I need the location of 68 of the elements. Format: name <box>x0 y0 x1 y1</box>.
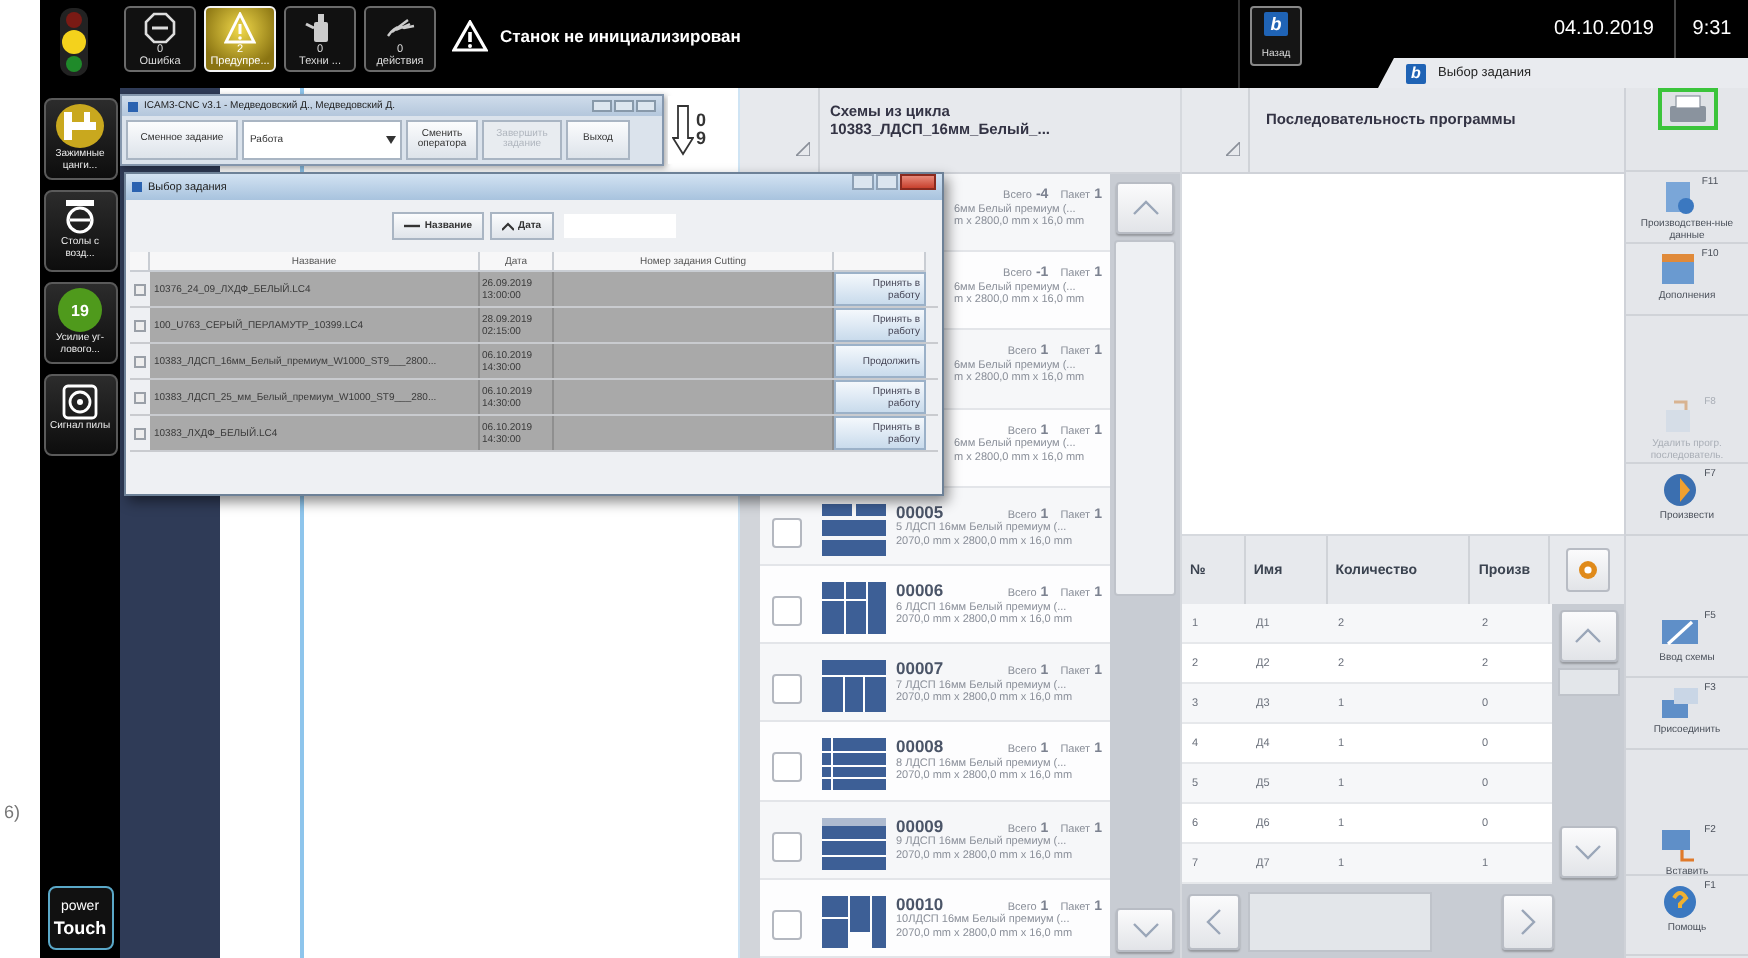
maximize-button[interactable] <box>614 100 634 112</box>
printer-icon <box>1665 94 1709 124</box>
close-button[interactable] <box>900 174 936 190</box>
cutting-layout-icon <box>820 658 888 715</box>
checkbox[interactable] <box>772 517 802 548</box>
chevron-right-icon <box>1518 905 1538 937</box>
chevron-up-icon <box>1129 198 1161 218</box>
saw-blade-icon <box>58 380 102 420</box>
maximize-button[interactable] <box>876 174 898 190</box>
warning-icon <box>224 12 256 44</box>
scheme-number: 00005 <box>896 501 944 522</box>
counter-value: 9 <box>696 130 707 148</box>
function-icon <box>1658 684 1703 722</box>
cutting-layout-icon <box>820 580 888 637</box>
traffic-light-icon <box>56 8 92 76</box>
checkbox[interactable] <box>134 355 146 367</box>
scroll-down-button[interactable] <box>1116 908 1174 952</box>
minimize-button[interactable] <box>852 174 874 190</box>
chevron-up-icon <box>1572 626 1604 646</box>
checkbox[interactable] <box>134 391 146 403</box>
counter-value: 0 <box>696 112 707 130</box>
scheme-number: 00006 <box>896 580 944 601</box>
app-icon <box>128 101 138 111</box>
dash-icon <box>404 222 421 230</box>
scroll-right-button[interactable] <box>1502 893 1554 949</box>
down-arrow-icon <box>672 104 694 156</box>
chevron-down-icon <box>1129 920 1161 940</box>
checkbox[interactable] <box>772 909 802 940</box>
stop-sign-icon <box>144 12 176 44</box>
cutting-layout-icon <box>820 815 888 872</box>
settings-icon <box>1575 558 1600 582</box>
app-icon <box>132 182 142 192</box>
chevron-down-icon <box>1572 842 1604 862</box>
minimize-button[interactable] <box>592 100 612 112</box>
settings-button[interactable] <box>1565 548 1610 592</box>
checkbox[interactable] <box>134 283 146 295</box>
checkbox[interactable] <box>772 752 802 783</box>
date-label: 04.10.2019 <box>1553 18 1656 40</box>
cutting-layout-icon <box>820 893 888 950</box>
chevron-left-icon <box>1204 905 1224 937</box>
scroll-up-button[interactable] <box>1559 610 1617 662</box>
checkbox[interactable] <box>772 674 802 705</box>
resize-corner-icon <box>1226 142 1240 156</box>
scheme-number: 00007 <box>896 658 944 679</box>
checkbox[interactable] <box>772 831 802 862</box>
caret-up-icon <box>502 221 515 231</box>
header-cell <box>834 252 926 272</box>
warning-icon <box>452 20 488 52</box>
scheme-number: 00009 <box>896 815 944 836</box>
scheme-number: 00008 <box>896 736 944 757</box>
caret-icon <box>386 136 396 144</box>
resize-corner-icon <box>796 142 810 156</box>
close-button[interactable] <box>636 100 656 112</box>
cutting-layout-icon <box>820 736 888 793</box>
cutting-layout-icon <box>820 501 888 558</box>
print-button[interactable] <box>1657 88 1717 130</box>
status-message: Станок не инициализирован <box>500 26 741 46</box>
checkbox[interactable] <box>772 596 802 627</box>
header-cell <box>130 252 150 272</box>
scroll-up-button[interactable] <box>1116 182 1174 234</box>
scroll-left-button[interactable] <box>1188 893 1240 949</box>
checkbox[interactable] <box>134 427 146 439</box>
scheme-number: 00010 <box>896 893 944 914</box>
scroll-thumb <box>1557 668 1619 696</box>
scroll-down-button[interactable] <box>1559 826 1617 878</box>
count-badge: 19 <box>58 288 102 332</box>
margin-note: 6) <box>4 802 23 822</box>
checkbox[interactable] <box>134 319 146 331</box>
